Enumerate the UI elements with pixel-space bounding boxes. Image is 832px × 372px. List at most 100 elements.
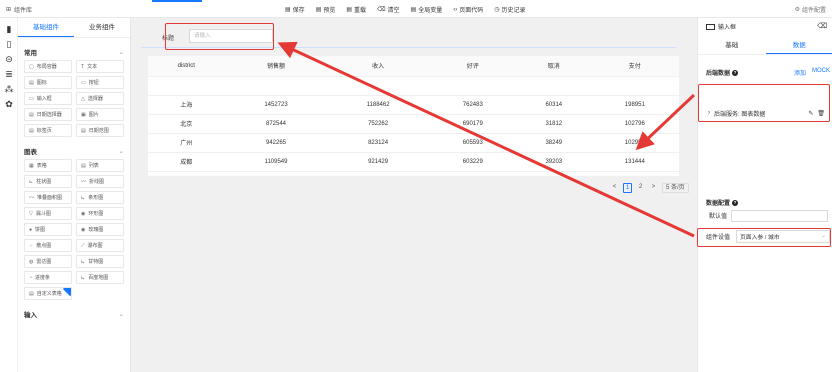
palette-item-label: 饼图 [35,227,46,233]
top-bar: ⊞ 组件库 ▤ 保存 ▤ 预览 ▤ 重载 ⌫ 清空 ▤ 全局变量 ‹› 页面代码 ◷ 历史记录 ⚙ 组件配… [0,0,832,18]
component-icon: ▦ [29,162,34,169]
palette-item[interactable]: ▤ 列表 [76,159,124,172]
palette-item[interactable]: ▣ 图片 [76,108,124,121]
database-icon[interactable]: ≣ [0,67,18,82]
component-icon: ◉ [81,210,86,217]
toolbar-label: 全局变量 [418,8,443,14]
help-icon[interactable]: ? [732,69,739,76]
table-cell: 成都 [148,152,225,172]
reload-icon: ▤ [346,7,353,13]
palette-sections: 常用 ⌄ ▢ 布局容器 T 文本 ▤ 图标 ▭ 按钮 ▭ 输入框 △ 选择器 ▤ 日期选择器 ▣ 图片 ▤ 标签页 ▤ 日… [18,44,130,322]
tab-basic-components[interactable]: 基础组件 [18,18,74,37]
palette-item-label: 柱状图 [36,179,52,185]
tab-business-components[interactable]: 业务组件 [74,18,130,37]
toolbar-button-2[interactable]: ▤ 重载 [346,5,366,14]
palette-item[interactable]: ◔ 进度条 [24,271,72,284]
default-value-row: 默认值 [706,209,828,222]
palette-item[interactable]: ▤ 自定义表格 [24,287,72,300]
component-icon: ⊾ [81,274,86,281]
component-icon: ◔ [29,274,33,281]
outline-icon[interactable]: ⊝ [0,52,18,67]
component-icon: ▤ [29,79,34,86]
palette-item[interactable]: ⊾ 柱状图 [24,175,72,188]
section-header[interactable]: 图表 ⌄ [18,143,130,159]
palette-item[interactable]: ▭ 输入框 [24,92,72,105]
next-page-button[interactable]: > [649,183,658,193]
component-icon: ⊾ [29,178,34,185]
palette-item[interactable]: ▤ 日期选择器 [24,108,72,121]
section-title: 输入 [24,312,37,319]
page-size-select[interactable]: 5 条/页 [662,183,689,193]
palette-item[interactable]: ⊾ 百度地图 [76,271,124,284]
palette-item[interactable]: ⊾ 条形图 [76,191,124,204]
save-icon: ▤ [285,7,291,13]
mock-link[interactable]: MOCK [812,68,830,77]
component-icon: ▤ [81,127,86,134]
table-cell [148,76,225,96]
section-header[interactable]: 输入 ⌄ [18,306,130,322]
palette-item-label: 按钮 [88,80,99,86]
prev-page-button[interactable]: < [610,183,619,193]
grid-icon: ⊞ [6,7,12,13]
design-canvas[interactable]: 标题 请输入 district 销售额 收入 好评 取消 支付 上海 1452723 1188… [131,18,697,372]
palette-item[interactable]: ◍ 雷达图 [24,255,72,268]
data-table-card[interactable]: district 销售额 收入 好评 取消 支付 上海 1452723 1188462 7624… [148,56,679,176]
palette-item[interactable]: ● 饼图 [24,223,72,236]
toolbar-label: 预览 [323,8,336,14]
page-1-button[interactable]: 1 [623,183,632,193]
column-header: 收入 [327,56,429,77]
toolbar-button-3[interactable]: ⌫ 清空 [377,5,400,14]
add-link[interactable]: 添加 [794,68,806,77]
palette-item[interactable]: T 文本 [76,60,124,73]
data-config-header: 数据配置 ? [706,198,739,207]
toolbar-button-4[interactable]: ▤ 全局变量 [411,5,443,14]
default-value-input[interactable] [731,209,828,222]
tab-data[interactable]: 数据 [765,37,832,54]
toolbar-button-0[interactable]: ▤ 保存 [285,5,305,14]
palette-item[interactable]: 〰折线图 [76,175,124,188]
palette-tabs: 基础组件 业务组件 [18,18,130,38]
palette-item-label: 折线图 [89,179,105,185]
palette-item[interactable]: △ 选择器 [76,92,124,105]
palette-item-label: 玫瑰图 [88,227,104,233]
section-header[interactable]: 常用 ⌄ [18,44,130,60]
palette-item[interactable]: ⁘ 散点图 [24,239,72,252]
toolbar-button-1[interactable]: ▤ 预览 [316,5,336,14]
delete-icon[interactable]: ⌫ [817,22,827,30]
palette-item[interactable]: ▤ 日期范围 [76,124,124,137]
component-icon[interactable]: ▮ [0,22,18,37]
palette-item[interactable]: 〰堆叠面积图 [24,191,72,204]
palette-item[interactable]: ⟋ 瀑布图 [76,239,124,252]
chevron-down-icon: ⌄ [118,311,124,318]
table-cell [517,76,591,96]
component-icon: 〰 [81,179,87,185]
palette-item-label: 百度地图 [88,275,109,281]
table-cell: 31812 [517,114,591,134]
palette-item[interactable]: ◉ 环形图 [76,207,124,220]
component-icon: ⁘ [29,242,34,249]
palette-item[interactable]: ▢ 布局容器 [24,60,72,73]
component-icon: ▭ [81,79,86,86]
page-icon[interactable]: ▯ [0,37,18,52]
library-title: 组件库 [14,8,33,14]
palette-item[interactable]: ▦ 表格 [24,159,72,172]
table-cell: 上海 [148,95,225,115]
page-2-button[interactable]: 2 [636,183,645,193]
backend-data-header: 后端数据 ? 添加 MOCK [706,68,830,77]
help-icon[interactable]: ? [732,199,739,206]
palette-item[interactable]: ▤ 标签页 [24,124,72,137]
toolbar-button-6[interactable]: ◷ 历史记录 [494,5,525,14]
palette-item[interactable]: ⊾ 甘特图 [76,255,124,268]
palette-item[interactable]: ▭ 按钮 [76,76,124,89]
palette-item[interactable]: ◉ 玫瑰图 [76,223,124,236]
column-header: 好评 [428,56,517,77]
component-icon: 〰 [29,195,35,201]
palette-item-label: 环形图 [88,211,104,217]
tab-basic[interactable]: 基础 [698,37,766,54]
preview-icon: ▤ [315,7,322,13]
toolbar-button-5[interactable]: ‹› 页面代码 [453,5,483,15]
api-icon[interactable]: ⁂ [0,82,18,97]
settings-icon[interactable]: ✿ [0,97,18,112]
palette-item[interactable]: ▽ 漏斗图 [24,207,72,220]
palette-item[interactable]: ▤ 图标 [24,76,72,89]
